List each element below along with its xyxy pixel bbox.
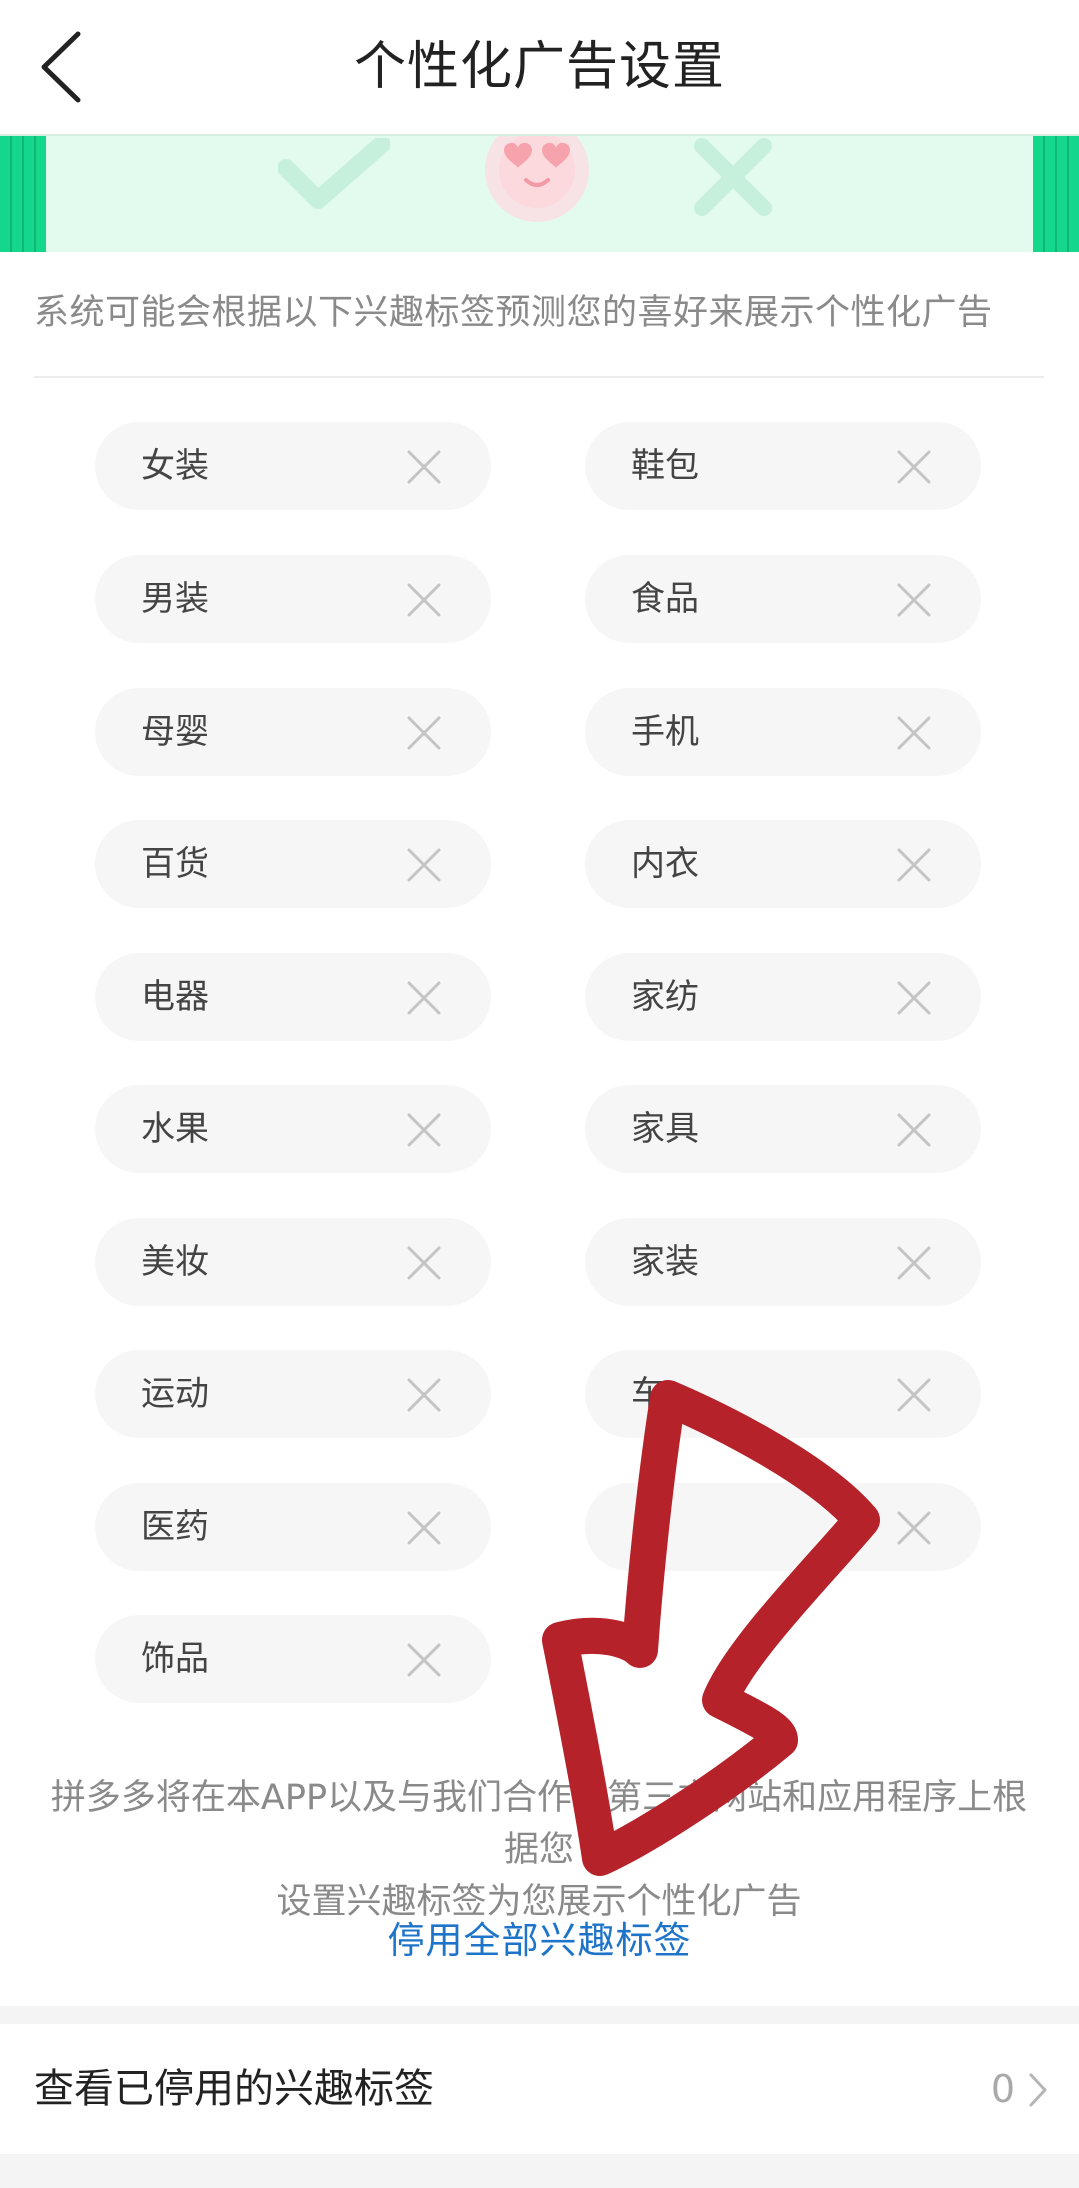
tag-label: 美妆	[141, 1242, 209, 1282]
interest-tag[interactable]: 母婴	[95, 688, 491, 776]
interest-tag[interactable]: 手机	[585, 688, 981, 776]
close-icon[interactable]	[407, 1511, 441, 1545]
close-icon[interactable]	[407, 1643, 441, 1677]
close-icon[interactable]	[407, 848, 441, 882]
banner-left-stripe	[0, 136, 46, 252]
tag-label: 鞋包	[631, 446, 699, 486]
close-icon[interactable]	[407, 716, 441, 750]
view-disabled-tags-label: 查看已停用的兴趣标签	[34, 2066, 434, 2112]
tag-label: 电器	[141, 977, 209, 1017]
note-line-1: 拼多多将在本APP以及与我们合作的第三方网站和应用程序上根据您	[50, 1778, 1028, 1870]
interest-tag[interactable]: 食品	[585, 555, 981, 643]
close-icon[interactable]	[897, 1378, 931, 1412]
tag-label: 运动	[141, 1374, 209, 1414]
interest-tag[interactable]: 百货	[95, 820, 491, 908]
tag-label: 女装	[141, 446, 209, 486]
close-icon[interactable]	[407, 1246, 441, 1280]
tag-label: 母婴	[141, 712, 209, 752]
tag-label: 医药	[141, 1507, 209, 1547]
close-icon[interactable]	[897, 1511, 931, 1545]
interest-tag[interactable]: 运动	[95, 1350, 491, 1438]
chevron-right-icon	[1029, 2073, 1047, 2107]
disabled-tags-count: 0	[990, 2067, 1015, 2111]
interest-tag[interactable]: 家具	[585, 1085, 981, 1173]
close-icon[interactable]	[407, 1113, 441, 1147]
intro-description: 系统可能会根据以下兴趣标签预测您的喜好来展示个性化广告	[34, 293, 993, 333]
bottom-spacer	[0, 2154, 1079, 2188]
interest-tag[interactable]: 医药	[95, 1483, 491, 1571]
tag-label: 食品	[631, 579, 699, 619]
personalized-ads-note: 拼多多将在本APP以及与我们合作的第三方网站和应用程序上根据您 设置兴趣标签为您…	[34, 1772, 1044, 1928]
illustration-banner	[0, 134, 1079, 252]
close-icon[interactable]	[407, 1378, 441, 1412]
divider	[34, 376, 1044, 378]
close-icon[interactable]	[407, 981, 441, 1015]
interest-tag[interactable]: 内衣	[585, 820, 981, 908]
close-icon[interactable]	[897, 450, 931, 484]
interest-tag[interactable]: 车	[585, 1350, 981, 1438]
interest-tag[interactable]: 水果	[95, 1085, 491, 1173]
interest-tag[interactable]: 女装	[95, 422, 491, 510]
view-disabled-tags-row[interactable]: 查看已停用的兴趣标签 0	[0, 2024, 1079, 2154]
interest-tag[interactable]: 电器	[95, 953, 491, 1041]
tag-label: 车	[631, 1374, 665, 1414]
tag-label: 百货	[141, 844, 209, 884]
tag-label: 男装	[141, 579, 209, 619]
interest-tag[interactable]: 家纺	[585, 953, 981, 1041]
tag-label: 水果	[141, 1109, 209, 1149]
interest-tag[interactable]: 鞋包	[585, 422, 981, 510]
tag-label: 家具	[631, 1109, 699, 1149]
close-icon[interactable]	[897, 1113, 931, 1147]
page-title: 个性化广告设置	[353, 37, 725, 97]
disable-all-tags-link[interactable]: 停用全部兴趣标签	[0, 1910, 1079, 1964]
banner-right-stripe	[1033, 136, 1079, 252]
tag-label: 家装	[631, 1242, 699, 1282]
close-icon[interactable]	[897, 583, 931, 617]
interest-tag[interactable]	[585, 1483, 981, 1571]
interest-tag[interactable]: 家装	[585, 1218, 981, 1306]
close-icon[interactable]	[897, 981, 931, 1015]
check-icon	[278, 138, 390, 209]
tag-label: 手机	[631, 712, 699, 752]
cross-icon	[694, 138, 772, 216]
tag-label: 内衣	[631, 844, 699, 884]
interest-tag[interactable]: 男装	[95, 555, 491, 643]
close-icon[interactable]	[897, 1246, 931, 1280]
section-separator	[0, 2006, 1079, 2024]
tag-label: 家纺	[631, 977, 699, 1017]
close-icon[interactable]	[897, 716, 931, 750]
close-icon[interactable]	[407, 583, 441, 617]
close-icon[interactable]	[897, 848, 931, 882]
header-bar: 个性化广告设置	[0, 0, 1079, 134]
interest-tag[interactable]: 美妆	[95, 1218, 491, 1306]
tag-label: 饰品	[141, 1639, 209, 1679]
close-icon[interactable]	[407, 450, 441, 484]
heart-eyes-face-icon	[485, 136, 589, 222]
interest-tag[interactable]: 饰品	[95, 1615, 491, 1703]
